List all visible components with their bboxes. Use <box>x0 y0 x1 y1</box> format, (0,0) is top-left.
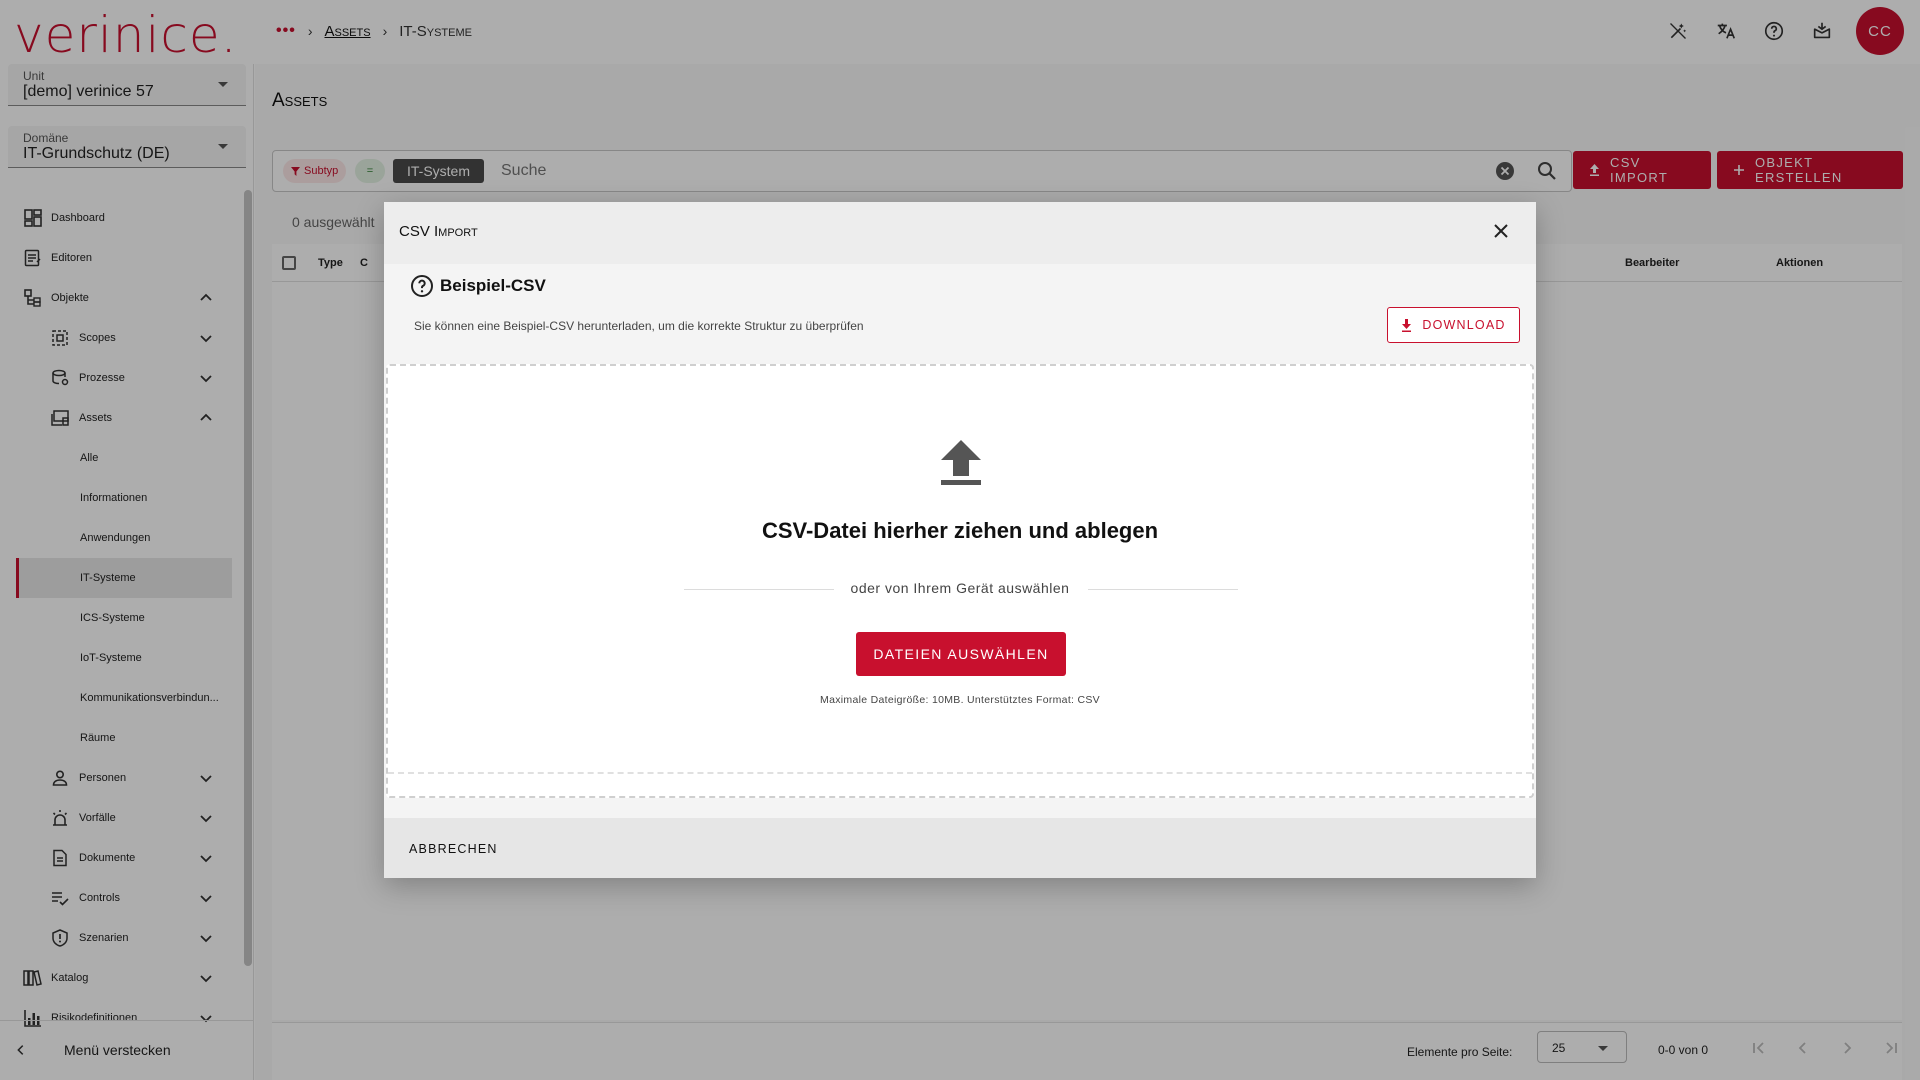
dropzone-divider <box>388 772 1532 774</box>
dropzone-title: CSV-Datei hierher ziehen und ablegen <box>761 518 1159 543</box>
download-label: Download <box>1422 318 1506 332</box>
close-icon[interactable] <box>1492 222 1510 240</box>
upload-icon <box>941 440 981 485</box>
choose-files-button[interactable]: Dateien auswählen <box>856 632 1066 676</box>
example-csv-section: Beispiel-CSV Sie können eine Beispiel-CS… <box>384 264 1536 364</box>
example-csv-title: Beispiel-CSV <box>440 276 546 295</box>
cancel-button[interactable]: Abbrechen <box>409 842 498 856</box>
download-icon <box>1402 318 1412 332</box>
csv-import-dialog: CSV Import Beispiel-CSV Sie können eine … <box>384 202 1536 878</box>
example-csv-heading: Beispiel-CSV <box>410 274 546 298</box>
csv-dropzone[interactable]: CSV-Datei hierher ziehen und ablegen ode… <box>386 364 1534 798</box>
example-csv-description: Sie können eine Beispiel-CSV herunterlad… <box>414 319 864 333</box>
dropzone-hint: Maximale Dateigröße: 10MB. Unterstütztes… <box>820 694 1100 706</box>
dialog-footer: Abbrechen <box>384 818 1536 878</box>
help-circle-icon <box>411 275 433 297</box>
dialog-header: CSV Import <box>384 202 1536 264</box>
dialog-title: CSV Import <box>399 223 478 240</box>
download-button[interactable]: Download <box>1387 307 1520 343</box>
dropzone-or-text: oder von Ihrem Gerät auswählen <box>850 580 1070 596</box>
